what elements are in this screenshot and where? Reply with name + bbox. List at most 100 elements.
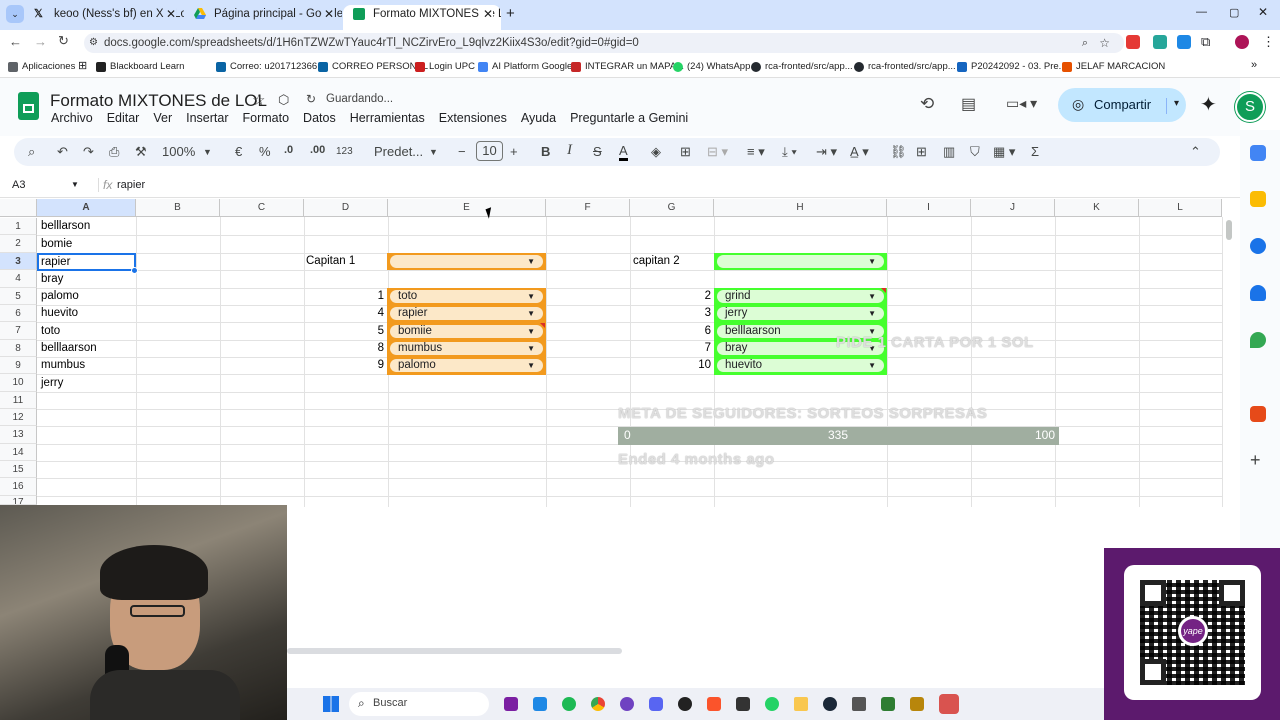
captain2-number[interactable]: 3: [630, 305, 711, 322]
cell-a7[interactable]: toto: [41, 323, 60, 340]
link-icon[interactable]: ⛓: [890, 144, 907, 160]
column-header-g[interactable]: G: [630, 199, 714, 217]
column-header-d[interactable]: D: [304, 199, 388, 217]
app-icon[interactable]: [881, 697, 895, 711]
column-header-e[interactable]: E: [388, 199, 546, 217]
bookmarks-overflow-icon[interactable]: »: [1251, 59, 1257, 71]
column-header-a[interactable]: A: [37, 199, 136, 217]
url-input[interactable]: ⚙ docs.google.com/spreadsheets/d/1H6nTZW…: [84, 33, 1124, 53]
name-box[interactable]: A3: [12, 179, 25, 191]
cell-a4[interactable]: bray: [41, 271, 63, 288]
github-desktop-icon[interactable]: [620, 697, 634, 711]
row-header[interactable]: 2: [0, 235, 37, 253]
minimize-icon[interactable]: —: [1196, 6, 1207, 18]
horizontal-scrollbar[interactable]: [287, 648, 622, 654]
fill-handle[interactable]: [131, 267, 138, 274]
player-dropdown[interactable]: bomiie ▼: [390, 325, 543, 338]
brave-icon[interactable]: [707, 697, 721, 711]
windows-start-icon[interactable]: [323, 696, 339, 712]
borders-icon[interactable]: ⊞: [680, 144, 691, 160]
row-header[interactable]: 9: [0, 357, 37, 374]
zoom-select[interactable]: 100%: [162, 144, 195, 159]
bookmark-item[interactable]: P20242092 - 03. Pre...: [957, 61, 1067, 72]
menu-insertar[interactable]: Insertar: [186, 111, 228, 129]
menu-archivo[interactable]: Archivo: [51, 111, 93, 129]
column-header-c[interactable]: C: [220, 199, 304, 217]
menu-datos[interactable]: Datos: [303, 111, 336, 129]
app-icon[interactable]: [678, 697, 692, 711]
row-header[interactable]: 11: [0, 392, 37, 409]
player-dropdown[interactable]: grind ▼: [717, 290, 884, 303]
bookmark-item[interactable]: (24) WhatsApp: [673, 61, 750, 72]
strikethrough-button[interactable]: S: [593, 144, 602, 159]
column-header-l[interactable]: L: [1139, 199, 1222, 217]
new-tab-button[interactable]: +: [506, 5, 515, 22]
menu-ayuda[interactable]: Ayuda: [521, 111, 556, 129]
captain2-player-cell[interactable]: grind ▼: [714, 288, 887, 305]
app-icon[interactable]: [736, 697, 750, 711]
menu-ver[interactable]: Ver: [153, 111, 172, 129]
search-icon[interactable]: ⌕: [28, 144, 35, 160]
history-icon[interactable]: ⟲: [920, 94, 934, 114]
row-header[interactable]: 17: [0, 496, 37, 505]
tab-list-chevron-icon[interactable]: ⌄: [6, 5, 24, 23]
bookmark-star-icon[interactable]: ☆: [1099, 33, 1110, 53]
file-explorer-icon[interactable]: [794, 697, 808, 711]
row-header[interactable]: 4: [0, 270, 37, 288]
captain1-dropdown[interactable]: ▼: [390, 255, 543, 268]
maximize-icon[interactable]: ▢: [1229, 6, 1239, 19]
chart-icon[interactable]: ▥: [943, 144, 955, 160]
steam-icon[interactable]: [823, 697, 837, 711]
font-dropdown-icon[interactable]: ▼: [429, 147, 438, 157]
whatsapp-icon[interactable]: [765, 697, 779, 711]
cell-a2[interactable]: bomie: [41, 236, 72, 253]
italic-button[interactable]: I: [567, 142, 572, 159]
calendar-icon[interactable]: [1250, 145, 1266, 161]
star-icon[interactable]: ☆: [252, 91, 265, 109]
spotify-icon[interactable]: [562, 697, 576, 711]
dropdown-arrow-icon[interactable]: ▼: [527, 290, 535, 303]
user-avatar[interactable]: S: [1235, 92, 1265, 122]
functions-button[interactable]: Σ: [1031, 144, 1039, 159]
row-header[interactable]: 14: [0, 444, 37, 461]
row-header[interactable]: 7: [0, 322, 37, 340]
tasks-icon[interactable]: [1250, 238, 1266, 254]
share-button[interactable]: ◎ Compartir ▾: [1058, 88, 1186, 122]
doc-title[interactable]: Formato MIXTONES de LOL: [50, 91, 267, 111]
bookmark-item[interactable]: rca-fronted/src/app...: [751, 61, 853, 72]
column-header-k[interactable]: K: [1055, 199, 1139, 217]
captain2-dropdown-cell[interactable]: ▼: [714, 253, 887, 270]
bookmark-item[interactable]: CORREO PERSONAL: [318, 61, 428, 72]
column-header-i[interactable]: I: [887, 199, 971, 217]
text-color-button[interactable]: A: [619, 144, 628, 161]
menu-extensiones[interactable]: Extensiones: [439, 111, 507, 129]
tab-google-drive[interactable]: Página principal - Google Drive ✕: [184, 5, 342, 30]
dropdown-arrow-icon[interactable]: ▼: [527, 325, 535, 338]
column-header-h[interactable]: H: [714, 199, 887, 217]
close-icon[interactable]: ✕: [480, 5, 493, 23]
bookmark-item[interactable]: JELAF MARCACION: [1062, 61, 1165, 72]
redo-icon[interactable]: ↷: [83, 144, 94, 160]
row-header[interactable]: 16: [0, 478, 37, 496]
row-header[interactable]: 5: [0, 288, 37, 305]
league-icon[interactable]: [910, 697, 924, 711]
menu-gemini[interactable]: Preguntarle a Gemini: [570, 111, 688, 129]
select-all-corner[interactable]: [0, 199, 37, 217]
extension-off-icon[interactable]: [1126, 35, 1140, 49]
bookmark-item[interactable]: INTEGRAR un MAPA...: [571, 61, 684, 72]
font-size-input[interactable]: 10: [476, 141, 503, 161]
office-addon-icon[interactable]: [1250, 406, 1266, 422]
browser-menu-icon[interactable]: ⋮: [1262, 34, 1275, 50]
column-header-f[interactable]: F: [546, 199, 630, 217]
comments-icon[interactable]: ▤: [961, 94, 976, 114]
merge-cells-icon[interactable]: ⊟ ▾: [707, 144, 728, 160]
close-window-icon[interactable]: ✕: [1258, 5, 1268, 19]
share-dropdown-icon[interactable]: ▾: [1166, 98, 1179, 114]
cell-a5[interactable]: palomo: [41, 288, 79, 305]
maps-icon[interactable]: [1250, 332, 1266, 348]
column-header-b[interactable]: B: [136, 199, 220, 217]
fill-color-icon[interactable]: ◈: [651, 144, 661, 160]
cell-a3-selected[interactable]: rapier: [37, 253, 136, 271]
menu-formato[interactable]: Formato: [243, 111, 290, 129]
player-dropdown[interactable]: rapier ▼: [390, 307, 543, 320]
